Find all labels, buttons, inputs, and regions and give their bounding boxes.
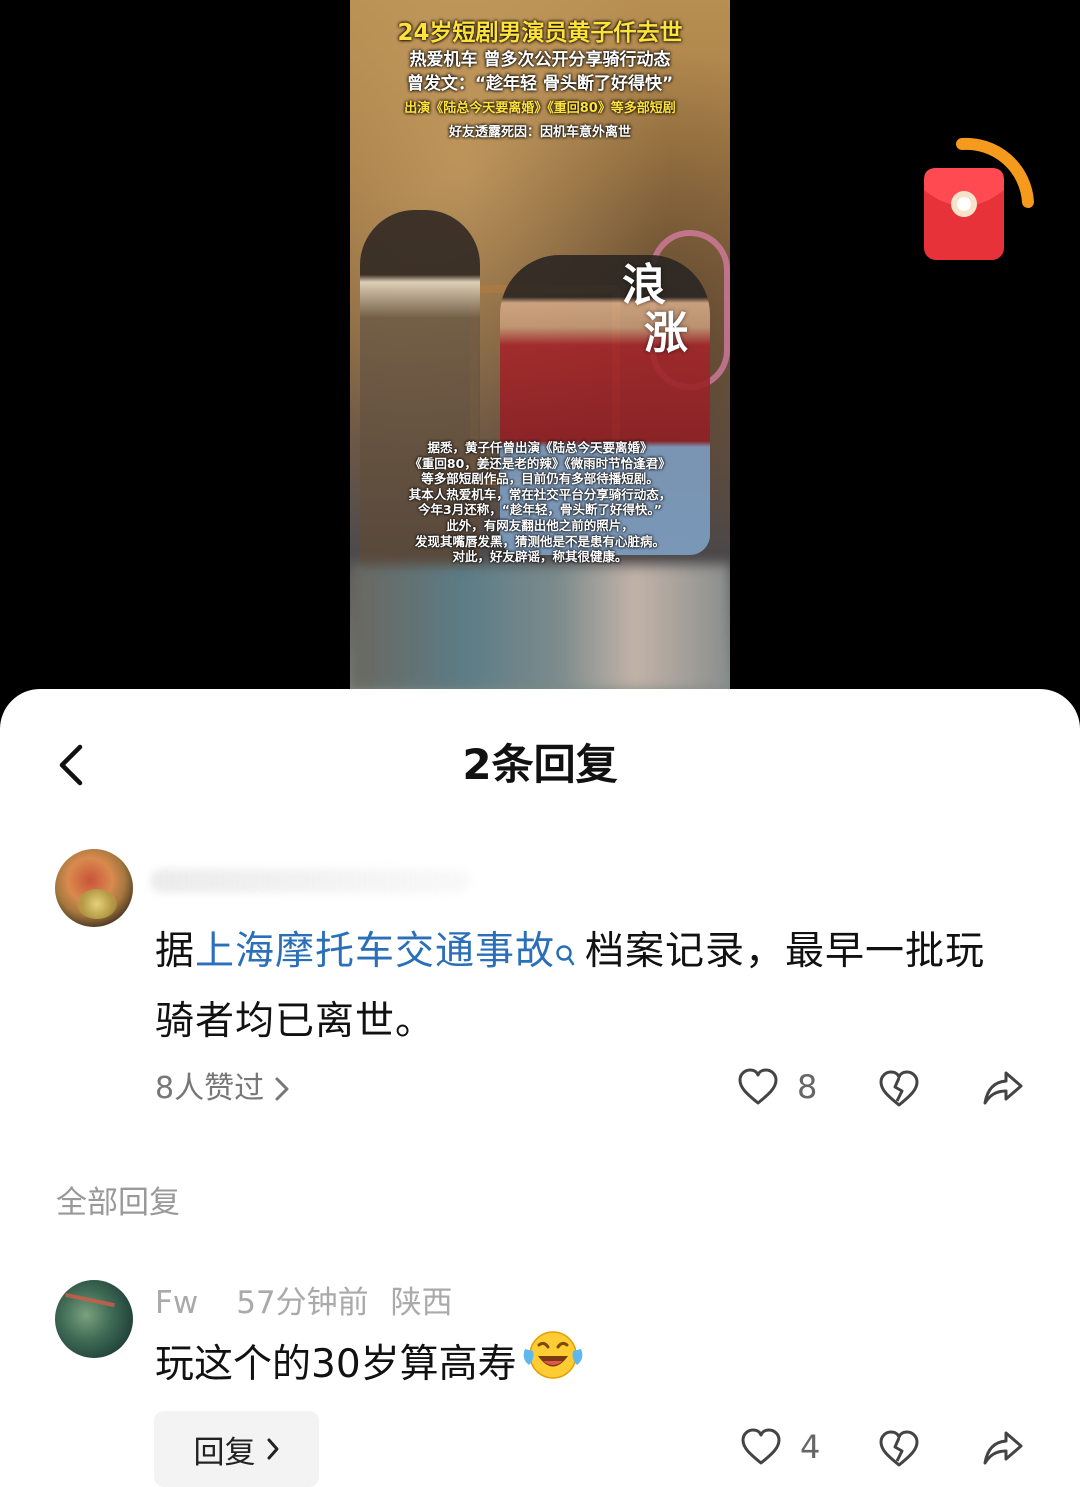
headline-line-5: 好友透露死因：因机车意外离世 — [448, 125, 631, 140]
video-caption: 据悉，黄子仟曾出演《陆总今天要离婚》 《重回80，姜还是老的辣》《微雨时节恰逢君… — [364, 440, 716, 565]
reply-text: 玩这个的30岁算高寿 — [155, 1341, 517, 1387]
likers-link[interactable]: 8人赞过 — [155, 1067, 290, 1111]
reply-button[interactable]: 回复 — [154, 1411, 319, 1487]
red-packet-icon[interactable] — [920, 132, 1040, 262]
blurred-username — [150, 869, 470, 893]
search-link[interactable]: 上海摩托车交通事故 — [195, 929, 555, 974]
reply-comment-text[interactable]: 玩这个的30岁算高寿 — [155, 1329, 585, 1400]
video-blurred-bottom — [350, 565, 730, 690]
reply-username[interactable]: Fw — [155, 1285, 198, 1321]
headline-line-3: 曾发文：“趁年轻 骨头断了好得快” — [406, 74, 674, 94]
video-player[interactable]: 24岁短剧男演员黄子仟去世 热爱机车 曾多次公开分享骑行动态 曾发文：“趁年轻 … — [0, 0, 1080, 720]
share-icon — [983, 1071, 1023, 1105]
share-button[interactable] — [982, 1069, 1024, 1107]
all-replies-label: 全部回复 — [56, 1185, 180, 1221]
watermark-char-2: 涨 — [644, 308, 688, 359]
reply-share-button[interactable] — [982, 1429, 1024, 1467]
comment-text-prefix: 据 — [155, 929, 196, 974]
reply-like-count: 4 — [800, 1428, 821, 1466]
caption-line: 等多部短剧作品，目前仍有多部待播短剧。 — [421, 471, 659, 487]
broken-heart-icon — [879, 1070, 919, 1107]
caption-line: 今年3月还称，“趁年轻，骨头断了好得快。” — [418, 502, 662, 518]
replies-sheet: 2条回复 据上海摩托车交通事故 档案记录，最早一批玩骑者均已离世。 8人赞过 8 … — [0, 689, 1080, 1487]
sheet-header: 2条回复 — [0, 689, 1080, 839]
main-comment-text[interactable]: 据上海摩托车交通事故 档案记录，最早一批玩骑者均已离世。 — [155, 919, 1015, 1055]
caption-line: 发现其嘴唇发黑，猜测他是不是患有心脏病。 — [414, 533, 665, 549]
avatar[interactable] — [55, 849, 133, 927]
watermark-char-1: 浪 — [622, 260, 666, 311]
heart-icon — [741, 1428, 781, 1465]
reply-dislike-button[interactable] — [878, 1429, 920, 1469]
reply-like-button[interactable]: 4 — [740, 1427, 820, 1467]
chevron-right-icon — [275, 1077, 289, 1101]
caption-line: 其本人热爱机车，常在社交平台分享骑行动态， — [408, 486, 672, 502]
show-title-watermark: 浪 涨 — [622, 262, 718, 372]
reply-button-label: 回复 — [193, 1434, 256, 1471]
headline-title: 24岁短剧男演员黄子仟去世 — [397, 20, 683, 46]
reply-location: 陕西 — [390, 1285, 453, 1321]
share-icon — [983, 1431, 1023, 1465]
avatar[interactable] — [55, 1280, 133, 1358]
heart-icon — [738, 1068, 778, 1105]
video-headline: 24岁短剧男演员黄子仟去世 热爱机车 曾多次公开分享骑行动态 曾发文：“趁年轻 … — [350, 18, 730, 146]
dislike-button[interactable] — [878, 1069, 920, 1109]
video-frame[interactable]: 24岁短剧男演员黄子仟去世 热爱机车 曾多次公开分享骑行动态 曾发文：“趁年轻 … — [350, 0, 730, 690]
search-icon[interactable] — [555, 923, 577, 989]
caption-line: 据悉，黄子仟曾出演《陆总今天要离婚》 — [427, 440, 653, 455]
caption-line: 对此，好友辟谣，称其很健康。 — [452, 549, 628, 565]
chevron-right-icon — [267, 1438, 278, 1460]
headline-line-4: 出演《陆总今天要离婚》《重回80》等多部短剧 — [404, 101, 676, 116]
reply-meta: Fw 57分钟前 陕西 — [155, 1283, 491, 1323]
like-count: 8 — [797, 1068, 818, 1106]
caption-line: 《重回80，姜还是老的辣》《微雨时节恰逢君》 — [409, 455, 671, 471]
headline-line-2: 热爱机车 曾多次公开分享骑行动态 — [409, 50, 671, 70]
caption-line: 此外，有网友翻出他之前的照片， — [446, 517, 634, 533]
likers-label: 8人赞过 — [155, 1071, 265, 1106]
laugh-cry-emoji-icon — [521, 1329, 585, 1400]
broken-heart-icon — [879, 1430, 919, 1467]
sheet-title: 2条回复 — [462, 740, 618, 789]
like-button[interactable]: 8 — [737, 1067, 817, 1107]
reply-time: 57分钟前 — [236, 1285, 369, 1321]
